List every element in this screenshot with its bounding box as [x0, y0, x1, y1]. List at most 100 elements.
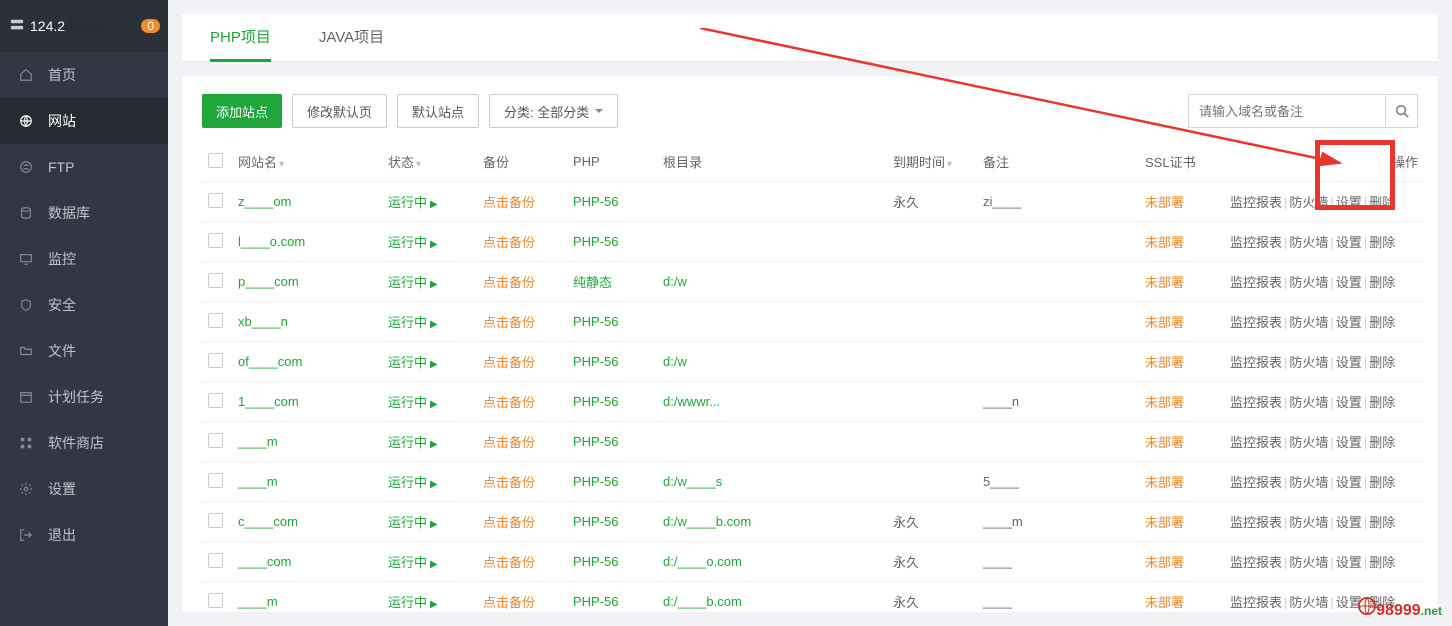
op-firewall[interactable]: 防火墙 [1289, 355, 1328, 370]
op-report[interactable]: 监控报表 [1230, 395, 1282, 410]
ssl-status[interactable]: 未部署 [1145, 315, 1184, 330]
root-path-link[interactable]: d:/____b.com [663, 594, 742, 609]
op-firewall[interactable]: 防火墙 [1289, 235, 1328, 250]
op-firewall[interactable]: 防火墙 [1289, 315, 1328, 330]
op-firewall[interactable]: 防火墙 [1289, 555, 1328, 570]
site-name-link[interactable]: ____com [238, 554, 291, 569]
sidebar-item-apps[interactable]: 软件商店 [0, 420, 168, 466]
row-checkbox[interactable] [208, 393, 223, 408]
op-settings[interactable]: 设置 [1336, 555, 1362, 570]
modify-default-page-button[interactable]: 修改默认页 [292, 94, 387, 128]
op-report[interactable]: 监控报表 [1230, 275, 1282, 290]
ssl-status[interactable]: 未部署 [1145, 235, 1184, 250]
site-name-link[interactable]: xb____n [238, 314, 288, 329]
php-version-link[interactable]: PHP-56 [573, 594, 619, 609]
op-settings[interactable]: 设置 [1336, 235, 1362, 250]
op-settings[interactable]: 设置 [1336, 395, 1362, 410]
col-expire[interactable]: 到期时间▾ [887, 142, 977, 182]
op-report[interactable]: 监控报表 [1230, 235, 1282, 250]
op-settings[interactable]: 设置 [1336, 515, 1362, 530]
backup-link[interactable]: 点击备份 [483, 595, 535, 610]
search-input[interactable] [1189, 104, 1385, 119]
sidebar-item-cron[interactable]: 计划任务 [0, 374, 168, 420]
op-report[interactable]: 监控报表 [1230, 315, 1282, 330]
op-firewall[interactable]: 防火墙 [1289, 515, 1328, 530]
op-firewall[interactable]: 防火墙 [1289, 395, 1328, 410]
ssl-status[interactable]: 未部署 [1145, 355, 1184, 370]
row-checkbox[interactable] [208, 473, 223, 488]
col-name[interactable]: 网站名▾ [232, 142, 382, 182]
ssl-status[interactable]: 未部署 [1145, 555, 1184, 570]
ssl-status[interactable]: 未部署 [1145, 595, 1184, 610]
sidebar-item-folder[interactable]: 文件 [0, 328, 168, 374]
op-delete[interactable]: 删除 [1369, 195, 1395, 210]
php-version-link[interactable]: 纯静态 [573, 275, 612, 290]
ssl-status[interactable]: 未部署 [1145, 475, 1184, 490]
op-settings[interactable]: 设置 [1336, 475, 1362, 490]
root-path-link[interactable]: d:/w [663, 354, 687, 369]
sidebar-item-db[interactable]: 数据库 [0, 190, 168, 236]
site-name-link[interactable]: l____o.com [238, 234, 305, 249]
op-delete[interactable]: 删除 [1369, 355, 1395, 370]
site-name-link[interactable]: 1____com [238, 394, 299, 409]
root-path-link[interactable]: d:/w____s [663, 474, 722, 489]
op-report[interactable]: 监控报表 [1230, 435, 1282, 450]
sidebar-item-gear[interactable]: 设置 [0, 466, 168, 512]
op-settings[interactable]: 设置 [1336, 195, 1362, 210]
op-firewall[interactable]: 防火墙 [1289, 595, 1328, 610]
php-version-link[interactable]: PHP-56 [573, 474, 619, 489]
search-button[interactable] [1385, 95, 1417, 127]
op-settings[interactable]: 设置 [1336, 435, 1362, 450]
php-version-link[interactable]: PHP-56 [573, 314, 619, 329]
op-delete[interactable]: 删除 [1369, 275, 1395, 290]
php-version-link[interactable]: PHP-56 [573, 554, 619, 569]
row-checkbox[interactable] [208, 273, 223, 288]
root-path-link[interactable]: d:/____o.com [663, 554, 742, 569]
root-path-link[interactable]: d:/w [663, 274, 687, 289]
select-all-checkbox[interactable] [208, 153, 223, 168]
op-report[interactable]: 监控报表 [1230, 595, 1282, 610]
backup-link[interactable]: 点击备份 [483, 555, 535, 570]
php-version-link[interactable]: PHP-56 [573, 514, 619, 529]
sidebar-item-home[interactable]: 首页 [0, 52, 168, 98]
op-settings[interactable]: 设置 [1336, 315, 1362, 330]
op-delete[interactable]: 删除 [1369, 235, 1395, 250]
ssl-status[interactable]: 未部署 [1145, 395, 1184, 410]
row-checkbox[interactable] [208, 313, 223, 328]
php-version-link[interactable]: PHP-56 [573, 234, 619, 249]
op-settings[interactable]: 设置 [1336, 275, 1362, 290]
row-checkbox[interactable] [208, 353, 223, 368]
tab-php[interactable]: PHP项目 [210, 14, 271, 62]
sidebar-item-monitor[interactable]: 监控 [0, 236, 168, 282]
backup-link[interactable]: 点击备份 [483, 195, 535, 210]
backup-link[interactable]: 点击备份 [483, 235, 535, 250]
php-version-link[interactable]: PHP-56 [573, 394, 619, 409]
backup-link[interactable]: 点击备份 [483, 475, 535, 490]
op-firewall[interactable]: 防火墙 [1289, 435, 1328, 450]
backup-link[interactable]: 点击备份 [483, 515, 535, 530]
sidebar-item-globe[interactable]: 网站 [0, 98, 168, 144]
add-site-button[interactable]: 添加站点 [202, 94, 282, 128]
op-report[interactable]: 监控报表 [1230, 475, 1282, 490]
row-checkbox[interactable] [208, 233, 223, 248]
col-status[interactable]: 状态▾ [382, 142, 477, 182]
backup-link[interactable]: 点击备份 [483, 395, 535, 410]
row-checkbox[interactable] [208, 553, 223, 568]
ssl-status[interactable]: 未部署 [1145, 275, 1184, 290]
site-name-link[interactable]: of____com [238, 354, 302, 369]
default-site-button[interactable]: 默认站点 [397, 94, 479, 128]
op-report[interactable]: 监控报表 [1230, 515, 1282, 530]
php-version-link[interactable]: PHP-56 [573, 194, 619, 209]
op-firewall[interactable]: 防火墙 [1289, 475, 1328, 490]
op-delete[interactable]: 删除 [1369, 515, 1395, 530]
row-checkbox[interactable] [208, 433, 223, 448]
sidebar-item-exit[interactable]: 退出 [0, 512, 168, 558]
op-firewall[interactable]: 防火墙 [1289, 195, 1328, 210]
op-report[interactable]: 监控报表 [1230, 195, 1282, 210]
sidebar-item-ftp[interactable]: FTP [0, 144, 168, 190]
backup-link[interactable]: 点击备份 [483, 355, 535, 370]
site-name-link[interactable]: z____om [238, 194, 291, 209]
site-name-link[interactable]: ____m [238, 474, 278, 489]
op-delete[interactable]: 删除 [1369, 395, 1395, 410]
root-path-link[interactable]: d:/w____b.com [663, 514, 751, 529]
